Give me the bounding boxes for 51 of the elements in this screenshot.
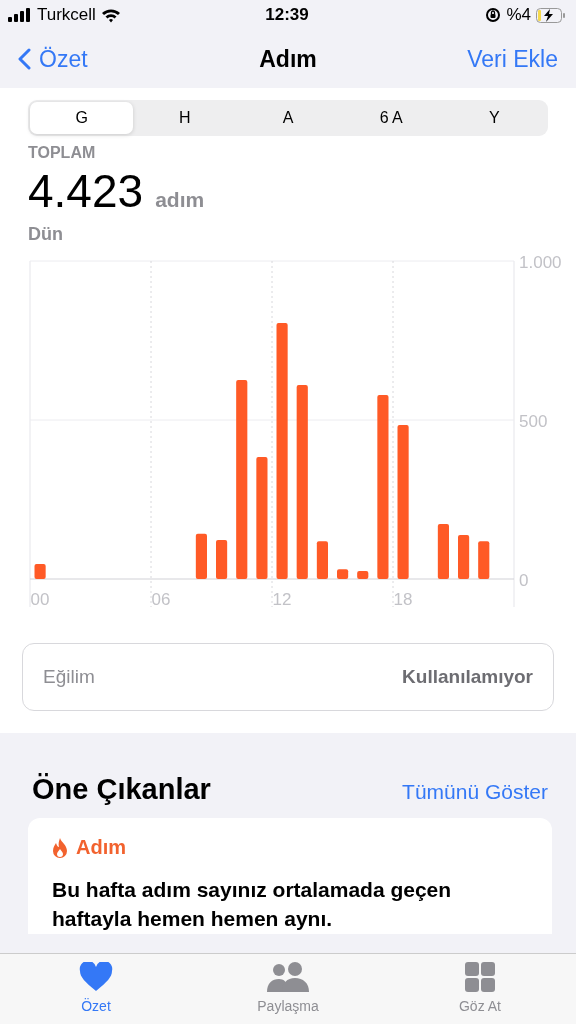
highlight-text: Bu hafta adım sayınız ortalamada geçen haftayla hemen hemen aynı.	[52, 877, 453, 933]
period-segment[interactable]: G	[30, 102, 134, 134]
flame-icon	[52, 837, 68, 858]
date-label: Dün	[28, 224, 64, 245]
x-axis-label: 00	[30, 590, 50, 609]
y-axis-label: 0	[519, 571, 529, 590]
add-data-link[interactable]: Veri Ekle	[316, 45, 558, 73]
heart-icon	[79, 962, 113, 992]
battery-percent: %4	[506, 5, 531, 25]
period-segment[interactable]: H	[133, 102, 237, 134]
chart-bar	[437, 524, 449, 579]
back-chevron-icon[interactable]	[18, 48, 31, 70]
tab-bar-item[interactable]: Özet	[0, 954, 192, 1024]
y-axis-label: 500	[519, 412, 548, 431]
wifi-icon	[100, 7, 121, 23]
chart-bar	[337, 569, 349, 579]
signal-icon	[8, 8, 32, 22]
show-all-link[interactable]: Tümünü Göster	[402, 780, 548, 804]
chart-bar	[478, 541, 490, 579]
back-link[interactable]: Özet	[39, 45, 88, 73]
chart-bar	[216, 539, 228, 579]
tab-bar-item[interactable]: Paylaşma	[192, 954, 384, 1024]
x-axis-label: 12	[272, 590, 292, 609]
carrier-name: Turkcell	[37, 5, 96, 25]
rotation-lock-icon	[485, 7, 502, 23]
period-segment[interactable]: 6 A	[339, 102, 443, 134]
chart-bar	[316, 541, 328, 579]
chart-bar	[195, 533, 207, 579]
chart-bar	[458, 535, 470, 579]
people-icon	[266, 962, 310, 992]
total-label: TOPLAM	[28, 144, 97, 162]
trend-value: Kullanılamıyor	[402, 666, 533, 688]
total-unit: adım	[155, 188, 205, 212]
highlight-card[interactable]: Adım Bu hafta adım sayınız ortalamada geçen haftayla hemen hemen aynı.	[28, 818, 552, 934]
x-axis-label: 18	[393, 590, 413, 609]
highlight-category: Adım	[76, 836, 126, 859]
section-heading: Öne Çıkanlar	[32, 773, 211, 806]
y-axis-label: 1.000	[519, 253, 562, 272]
chart-bar	[34, 564, 46, 579]
total-value: 4.423	[28, 164, 144, 218]
page-title: Adım	[259, 45, 317, 73]
battery-charging-icon	[536, 7, 566, 23]
status-time: 12:39	[265, 5, 309, 25]
grid-icon	[465, 962, 495, 992]
tab-bar-item[interactable]: Göz At	[384, 954, 576, 1024]
chart-bar	[357, 571, 369, 579]
period-segment[interactable]: A	[236, 102, 340, 134]
x-axis-label: 06	[151, 590, 171, 609]
trend-row[interactable]: Eğilim Kullanılamıyor	[22, 643, 554, 711]
trend-label: Eğilim	[43, 666, 95, 688]
period-segment[interactable]: Y	[442, 102, 546, 134]
